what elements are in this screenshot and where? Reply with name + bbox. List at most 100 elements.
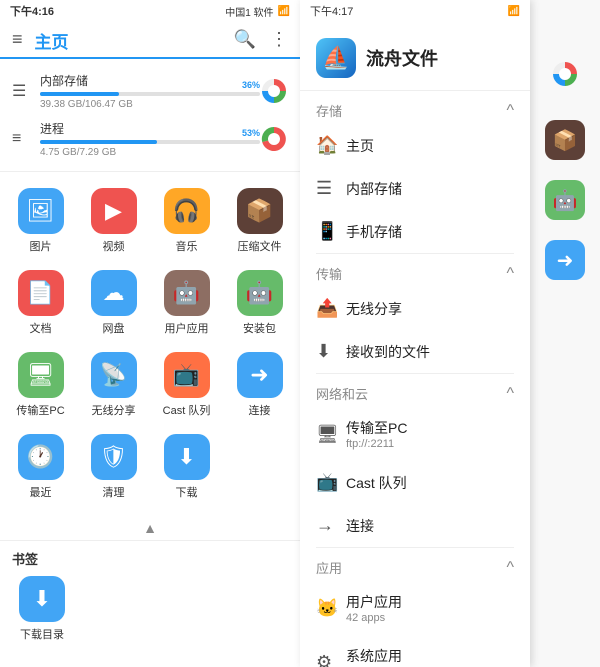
bookmark-icon: ⬇ [19,576,65,622]
bookmark-item-下载目录[interactable]: ⬇ 下载目录 [12,576,72,642]
app-icon: 📦 [237,188,283,234]
drawer-item-content: 连接 [346,516,374,536]
app-icon: 🖥 [18,352,64,398]
app-item-连接[interactable]: ➜ 连接 [223,344,296,426]
wifi-icon: 📶 [278,6,290,17]
app-item-下载[interactable]: ⬇ 下载 [150,426,223,508]
storage-fill [40,92,119,96]
app-item-视频[interactable]: ▶ 视频 [77,180,150,262]
app-label: 连接 [249,402,271,418]
search-icon[interactable]: 🔍 [234,29,256,50]
bookmarks-section: 书签 ⬇ 下载目录 [0,540,300,650]
process-list-icon: ≡ [12,130,40,148]
drawer-item-用户应用[interactable]: 🐱 用户应用 42 apps [300,581,530,635]
app-item-用户应用[interactable]: 🤖 用户应用 [150,262,223,344]
process-content: 进程 53% 4.75 GB/7.29 GB [40,120,260,158]
app-item-文档[interactable]: 📄 文档 [4,262,77,344]
app-icon: ➜ [237,352,283,398]
app-item-最近[interactable]: 🕐 最近 [4,426,77,508]
app-icon: 🕐 [18,434,64,480]
expand-button[interactable]: ▲ [0,516,300,540]
app-item-无线分享[interactable]: 📡 无线分享 [77,344,150,426]
app-label: 压缩文件 [238,238,282,254]
process-title: 进程 [40,120,260,137]
drawer-item-label: 用户应用 [346,592,402,612]
app-item-安装包[interactable]: 🤖 安装包 [223,262,296,344]
bookmarks-title: 书签 [12,549,288,568]
drawer-item-content: 接收到的文件 [346,342,430,362]
app-item-Cast 队列[interactable]: 📺 Cast 队列 [150,344,223,426]
drawer-item-连接[interactable]: → 连接 [300,504,530,547]
app-label: 图片 [30,238,52,254]
top-bar-icons: 🔍 ⋮ [234,29,288,50]
app-item-传输至PC[interactable]: 🖥 传输至PC [4,344,77,426]
storage-row[interactable]: ☰ 内部存储 36% 39.38 GB/106.47 GB [12,67,288,115]
app-icon: ▶ [91,188,137,234]
top-bar: ≡ 主页 🔍 ⋮ [0,22,300,59]
drawer-item-icon: ⬇ [316,341,346,362]
app-grid: 🖼 图片 ▶ 视频 🎧 音乐 📦 压缩文件 📄 文档 ☁ 网盘 🤖 用户应用 [0,172,300,516]
storage-percent: 36% [242,80,260,90]
hamburger-icon[interactable]: ≡ [12,29,23,50]
drawer-item-label: 接收到的文件 [346,342,430,362]
right-panel-icon: 📦 [545,120,585,160]
drawer-item-icon: 🐱 [316,598,346,619]
app-item-网盘[interactable]: ☁ 网盘 [77,262,150,344]
drawer-item-content: 用户应用 42 apps [346,592,402,624]
storage-progress-bar: 36% [40,92,260,96]
right-signal: 📶 [508,6,520,17]
app-label: 无线分享 [92,402,136,418]
process-fill [40,140,157,144]
storage-content: 内部存储 36% 39.38 GB/106.47 GB [40,72,260,110]
drawer-header: ⛵ 流舟文件 [300,22,530,91]
drawer-item-sub: ftp://:2211 [346,438,407,450]
drawer-section-存储: 存储^ [300,91,530,124]
app-icon: 🖼 [18,188,64,234]
drawer-item-无线分享[interactable]: 📤 无线分享 [300,287,530,330]
drawer-item-系统应用[interactable]: ⚙ 系统应用 272 apps [300,635,530,667]
more-icon[interactable]: ⋮ [270,29,288,50]
app-logo: ⛵ [316,38,356,78]
app-item-压缩文件[interactable]: 📦 压缩文件 [223,180,296,262]
app-label: 用户应用 [165,320,209,336]
drawer-item-icon: 🖥 [316,424,346,445]
time-left: 下午4:16 [10,3,54,19]
drawer-item-传输至PC[interactable]: 🖥 传输至PC ftp://:2211 [300,407,530,461]
drawer-item-主页[interactable]: 🏠 主页 [300,124,530,167]
status-bar-right: 下午4:17 📶 [300,0,530,22]
drawer-item-content: 无线分享 [346,299,402,319]
app-label: Cast 队列 [163,402,211,418]
app-icon: 🛡 [91,434,137,480]
drawer-item-Cast 队列[interactable]: 📺 Cast 队列 [300,461,530,504]
drawer-item-内部存储[interactable]: ☰ 内部存储 [300,167,530,210]
app-item-清理[interactable]: 🛡 清理 [77,426,150,508]
app-item-音乐[interactable]: 🎧 音乐 [150,180,223,262]
app-label: 清理 [103,484,125,500]
process-percent: 53% [242,128,260,138]
app-icon: 🤖 [164,270,210,316]
drawer-item-接收到的文件[interactable]: ⬇ 接收到的文件 [300,330,530,373]
storage-list-icon: ☰ [12,81,40,101]
carrier-text: 中国1 软件 [225,4,273,19]
right-icons: 📦🤖➜ [545,120,585,280]
app-item-图片[interactable]: 🖼 图片 [4,180,77,262]
bookmarks-list: ⬇ 下载目录 [12,576,288,642]
app-name: 流舟文件 [366,45,438,71]
process-pie-chart [260,125,288,153]
app-label: 传输至PC [16,402,64,418]
page-title: 主页 [35,28,234,59]
drawer-item-手机存储[interactable]: 📱 手机存储 [300,210,530,253]
drawer-item-content: 主页 [346,136,374,156]
process-detail: 4.75 GB/7.29 GB [40,147,260,158]
app-icon: ☁ [91,270,137,316]
process-row[interactable]: ≡ 进程 53% 4.75 GB/7.29 GB [12,115,288,163]
status-bar-left: 下午4:16 中国1 软件 📶 [0,0,300,22]
drawer-item-sub: 42 apps [346,612,402,624]
drawer-item-icon: 📤 [316,298,346,319]
app-label: 最近 [30,484,52,500]
drawer-item-content: 系统应用 272 apps [346,646,402,667]
app-label: 安装包 [243,320,276,336]
drawer-item-label: 主页 [346,136,374,156]
drawer-item-content: Cast 队列 [346,473,407,493]
drawer-item-label: 手机存储 [346,222,402,242]
